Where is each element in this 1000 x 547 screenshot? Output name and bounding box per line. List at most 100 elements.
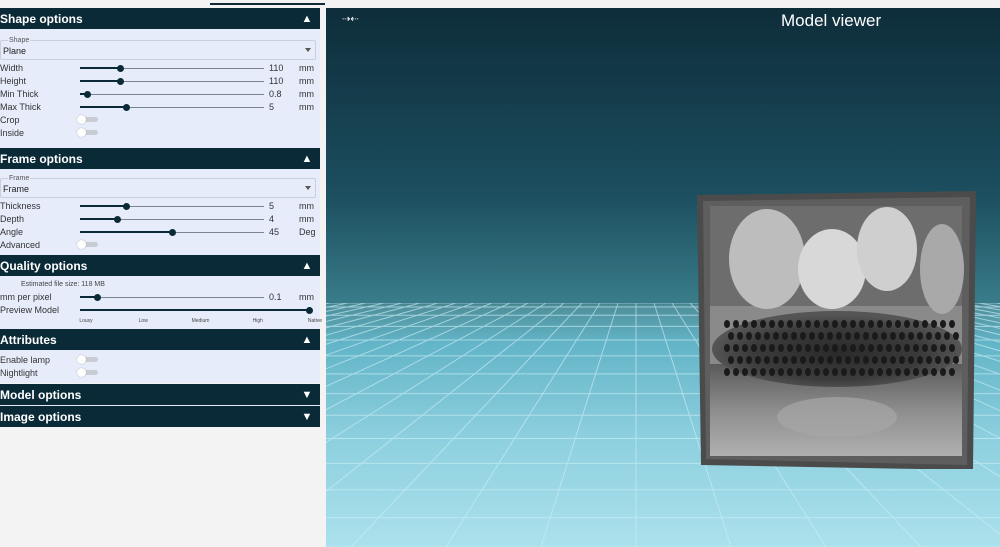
slider-track[interactable] <box>80 229 264 236</box>
attributes-title: Attributes <box>0 332 57 347</box>
slider-thumb[interactable] <box>84 91 92 98</box>
attributes-body: Enable lamp Nightlight <box>0 350 320 383</box>
preview-model-label: Preview Model <box>0 305 60 315</box>
shape-options-header[interactable]: Shape options ▲ <box>0 8 320 29</box>
slider-value: 5 <box>269 102 275 112</box>
slider-label: Width <box>0 63 24 73</box>
slider-thumb[interactable] <box>117 65 125 72</box>
slider-unit: mm <box>299 102 314 112</box>
slider-unit: mm <box>299 63 314 73</box>
preview-model-track[interactable] <box>80 307 313 314</box>
toggle-knob <box>77 368 86 377</box>
slider-thumb[interactable] <box>117 78 125 85</box>
relief-petal <box>857 207 917 291</box>
slider-thumb[interactable] <box>306 307 313 314</box>
slider-value: 5 <box>269 201 275 211</box>
preview-tick-label: High <box>252 318 263 324</box>
toggle-row-crop: Crop <box>0 114 320 127</box>
slider-label: Min Thick <box>0 89 39 99</box>
slider-thumb[interactable] <box>113 216 121 223</box>
preview-tick-label: Low <box>138 318 148 324</box>
preview-tick-label: Native <box>307 318 323 324</box>
slider-row-angle: Angle 45 Deg <box>0 226 320 239</box>
frame-toggle-list: Advanced <box>0 239 320 252</box>
toggle-label: Crop <box>0 115 20 125</box>
mm-per-pixel-slider-row: mm per pixel 0.1 mm <box>0 291 320 304</box>
chevron-up-icon: ▲ <box>301 12 313 25</box>
slider-row-height: Height 110 mm <box>0 75 320 88</box>
slider-value: 0.8 <box>269 89 282 99</box>
slider-label: Thickness <box>0 201 41 211</box>
slider-track[interactable] <box>80 104 264 111</box>
slider-unit: mm <box>299 89 314 99</box>
slider-row-depth: Depth 4 mm <box>0 213 320 226</box>
slider-track[interactable] <box>80 65 264 72</box>
frame-select[interactable]: Frame Frame <box>0 175 316 198</box>
shape-slider-list: Width 110 mm Height 110 mm Min Thick 0.8 mm Max T… <box>0 62 320 114</box>
slider-thumb[interactable] <box>123 203 130 210</box>
slider-unit: mm <box>299 292 314 302</box>
toggle-switch[interactable] <box>77 240 98 249</box>
toggle-row-nightlight: Nightlight <box>0 367 320 380</box>
preview-tick-label: Medium <box>191 318 210 324</box>
toggle-switch[interactable] <box>77 355 98 364</box>
preview-model-slider-row: Preview Model <box>0 304 320 317</box>
toggle-knob <box>77 115 86 124</box>
frame-options-body: Frame Frame Thickness 5 mm Depth 4 mm Angle 45 D… <box>0 169 320 255</box>
slider-thumb[interactable] <box>123 104 130 111</box>
model-options-header[interactable]: Model options ▼ <box>0 384 320 405</box>
toggle-row-advanced: Advanced <box>0 239 320 252</box>
toggle-switch[interactable] <box>77 368 98 377</box>
shape-options-body: Shape Plane Width 110 mm Height 110 mm Min Thi… <box>0 29 320 148</box>
image-options-header[interactable]: Image options ▼ <box>0 406 320 427</box>
slider-track[interactable] <box>80 203 264 210</box>
toggle-label: Inside <box>0 128 25 138</box>
shape-select-value: Plane <box>3 46 27 56</box>
toggle-switch[interactable] <box>77 115 98 124</box>
chevron-up-icon: ▲ <box>301 259 313 272</box>
slider-value: 110 <box>269 76 284 86</box>
slider-track[interactable] <box>80 78 264 85</box>
slider-fill <box>80 205 126 207</box>
top-bar <box>0 0 1000 8</box>
model-viewer[interactable]: ⇢⇠ Model viewer <box>326 8 1000 547</box>
options-panel: Shape options ▲ Shape Plane Width 110 mm He… <box>0 8 323 547</box>
slider-thumb[interactable] <box>169 229 176 236</box>
slider-fill <box>80 231 172 233</box>
slider-label: Angle <box>0 227 24 237</box>
collapse-arrows-icon[interactable]: ⇢⇠ <box>342 14 359 25</box>
dropdown-caret-icon <box>305 186 311 190</box>
slider-track[interactable] <box>80 91 264 98</box>
slider-fill <box>80 106 126 108</box>
chevron-down-icon: ▼ <box>301 388 313 401</box>
estimated-file-size: Estimated file size: 118 MB <box>21 281 105 288</box>
slider-value: 4 <box>269 214 275 224</box>
frame-options-title: Frame options <box>0 151 83 166</box>
active-tab-indicator <box>210 3 325 5</box>
slider-thumb[interactable] <box>93 294 101 301</box>
toggle-switch[interactable] <box>77 128 98 137</box>
quality-options-header[interactable]: Quality options ▲ <box>0 255 320 276</box>
slider-unit: Deg <box>299 227 316 237</box>
toggle-row-enable-lamp: Enable lamp <box>0 354 320 367</box>
slider-unit: mm <box>299 214 314 224</box>
shape-select[interactable]: Shape Plane <box>0 37 316 60</box>
slider-track[interactable] <box>80 216 264 223</box>
shape-toggle-list: Crop Inside <box>0 114 320 140</box>
slider-unit: mm <box>299 76 314 86</box>
shape-select-label: Shape <box>8 37 31 44</box>
relief-petal <box>798 229 866 309</box>
attributes-header[interactable]: Attributes ▲ <box>0 329 320 350</box>
toggle-knob <box>77 355 86 364</box>
frame-options-header[interactable]: Frame options ▲ <box>0 148 320 169</box>
dropdown-caret-icon <box>305 48 311 52</box>
quality-options-title: Quality options <box>0 258 88 273</box>
slider-track[interactable] <box>80 294 264 301</box>
chevron-up-icon: ▲ <box>301 333 313 346</box>
toggle-label: Advanced <box>0 240 41 250</box>
slider-row-width: Width 110 mm <box>0 62 320 75</box>
slider-row-max-thick: Max Thick 5 mm <box>0 101 320 114</box>
preview-tick-label: Lousy <box>79 318 93 324</box>
toggle-knob <box>77 128 86 137</box>
relief-highlight <box>777 397 897 437</box>
